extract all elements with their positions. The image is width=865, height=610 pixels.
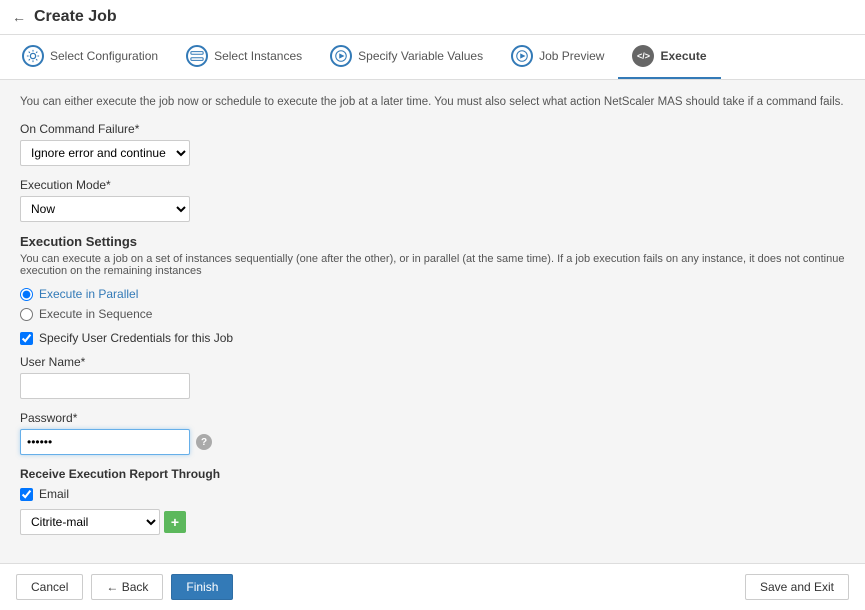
receive-report-section: Receive Execution Report Through Email C… bbox=[20, 467, 845, 535]
execution-mode-label: Execution Mode* bbox=[20, 178, 845, 192]
execution-mode-group: Execution Mode* Now Schedule bbox=[20, 178, 845, 222]
tab-job-preview[interactable]: Job Preview bbox=[497, 35, 618, 79]
execution-settings-title: Execution Settings bbox=[20, 234, 845, 249]
password-group: Password* ? bbox=[20, 411, 845, 455]
execute-in-sequence-radio-label[interactable]: Execute in Sequence bbox=[20, 307, 845, 321]
receive-report-label: Receive Execution Report Through bbox=[20, 467, 845, 481]
execution-settings-section: Execution Settings You can execute a job… bbox=[20, 234, 845, 455]
tabs-bar: Select Configuration Select Instances Sp… bbox=[0, 35, 865, 80]
back-arrow-icon[interactable]: ← bbox=[12, 9, 26, 25]
tab-specify-variable-values[interactable]: Specify Variable Values bbox=[316, 35, 497, 79]
execute-in-parallel-label: Execute in Parallel bbox=[39, 287, 138, 301]
main-content: You can either execute the job now or sc… bbox=[0, 80, 865, 563]
on-command-failure-label: On Command Failure* bbox=[20, 122, 845, 136]
specify-credentials-label: Specify User Credentials for this Job bbox=[39, 331, 233, 345]
back-button[interactable]: ← Back bbox=[91, 574, 163, 600]
email-label: Email bbox=[39, 487, 69, 501]
add-email-button[interactable]: + bbox=[164, 511, 186, 533]
password-row: ? bbox=[20, 429, 845, 455]
execution-mode-radio-group: Execute in Parallel Execute in Sequence bbox=[20, 287, 845, 321]
email-select[interactable]: Citrite-mail Other bbox=[20, 509, 160, 535]
tab-specify-variable-values-label: Specify Variable Values bbox=[358, 49, 483, 63]
email-checkbox[interactable] bbox=[20, 488, 33, 501]
job-preview-icon bbox=[511, 45, 533, 67]
finish-button[interactable]: Finish bbox=[171, 574, 233, 600]
page-header: ← Create Job bbox=[0, 0, 865, 35]
execute-in-sequence-label: Execute in Sequence bbox=[39, 307, 152, 321]
tab-select-instances[interactable]: Select Instances bbox=[172, 35, 316, 79]
page-footer: Cancel ← Back Finish Save and Exit bbox=[0, 563, 865, 610]
execution-mode-select[interactable]: Now Schedule bbox=[20, 196, 190, 222]
password-label: Password* bbox=[20, 411, 845, 425]
tab-select-instances-label: Select Instances bbox=[214, 49, 302, 63]
tab-select-configuration-label: Select Configuration bbox=[50, 49, 158, 63]
execute-in-parallel-radio[interactable] bbox=[20, 288, 33, 301]
tab-job-preview-label: Job Preview bbox=[539, 49, 604, 63]
password-input[interactable] bbox=[20, 429, 190, 455]
tab-execute[interactable]: </> Execute bbox=[618, 35, 720, 79]
info-text: You can either execute the job now or sc… bbox=[20, 96, 845, 108]
execute-in-sequence-radio[interactable] bbox=[20, 308, 33, 321]
page-title: Create Job bbox=[34, 8, 117, 26]
select-instances-icon bbox=[186, 45, 208, 67]
on-command-failure-select[interactable]: Ignore error and continue Abort on failu… bbox=[20, 140, 190, 166]
tab-select-configuration[interactable]: Select Configuration bbox=[8, 35, 172, 79]
save-and-exit-button[interactable]: Save and Exit bbox=[745, 574, 849, 600]
select-configuration-icon bbox=[22, 45, 44, 67]
tab-execute-label: Execute bbox=[660, 49, 706, 63]
execution-settings-info: You can execute a job on a set of instan… bbox=[20, 253, 845, 277]
on-command-failure-group: On Command Failure* Ignore error and con… bbox=[20, 122, 845, 166]
username-input[interactable]: nsroot bbox=[20, 373, 190, 399]
specify-variable-values-icon bbox=[330, 45, 352, 67]
email-checkbox-row: Email bbox=[20, 487, 845, 501]
cancel-button[interactable]: Cancel bbox=[16, 574, 83, 600]
execute-in-parallel-radio-label[interactable]: Execute in Parallel bbox=[20, 287, 845, 301]
execute-icon: </> bbox=[632, 45, 654, 67]
username-group: User Name* nsroot bbox=[20, 355, 845, 399]
specify-credentials-checkbox-label[interactable]: Specify User Credentials for this Job bbox=[20, 331, 845, 345]
mail-select-row: Citrite-mail Other + bbox=[20, 509, 845, 535]
help-icon[interactable]: ? bbox=[196, 434, 212, 450]
specify-credentials-checkbox[interactable] bbox=[20, 332, 33, 345]
username-label: User Name* bbox=[20, 355, 845, 369]
